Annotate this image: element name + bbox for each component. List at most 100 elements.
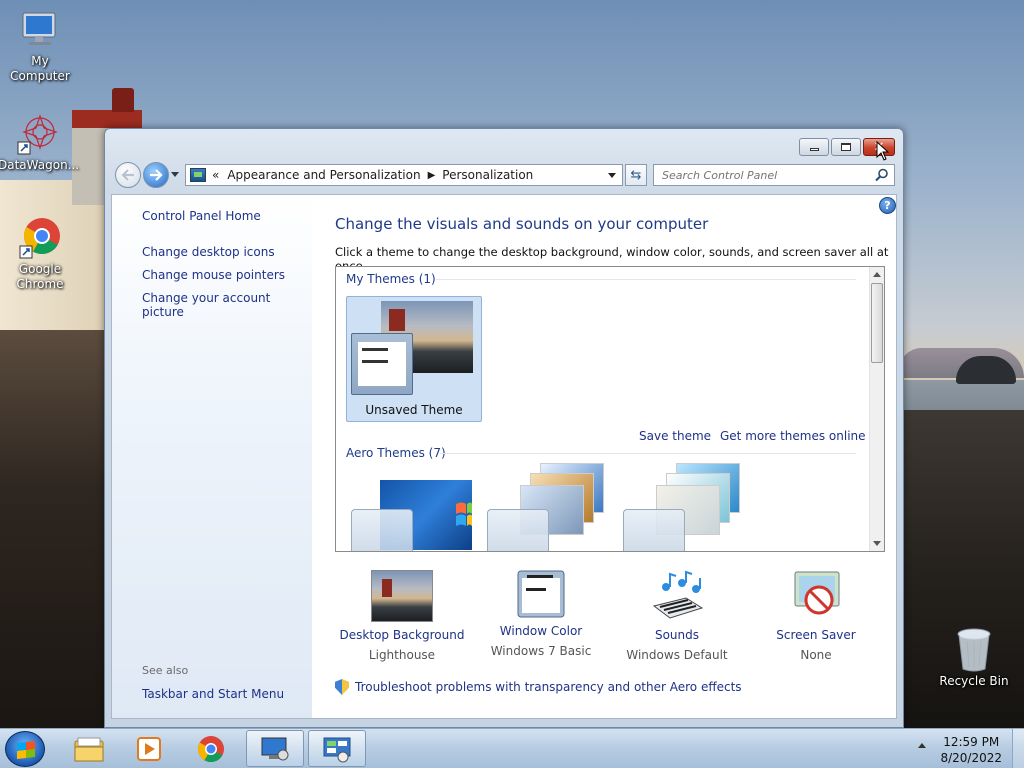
address-bar[interactable]: « Appearance and Personalization ▶ Perso… [185,164,623,186]
search-box [653,164,895,186]
taskbar-control-panel[interactable] [308,730,366,767]
windows-logo-icon [17,741,35,759]
maximize-button[interactable] [831,138,861,156]
group-divider [436,279,856,280]
see-also-heading: See also [142,664,189,677]
main-pane: ? Change the visuals and sounds on your … [312,195,896,718]
wallpaper-lighthouse-lamp [112,88,134,112]
theme-tile-unsaved[interactable]: Unsaved Theme [346,296,482,422]
breadcrumb-personalization[interactable]: Personalization [442,168,533,182]
change-account-picture-link[interactable]: Change your account picture [142,291,312,319]
sounds-setting[interactable]: Sounds Windows Default [609,570,745,662]
search-icon[interactable] [875,168,889,182]
explorer-icon [74,737,104,761]
theme-name: Unsaved Theme [365,403,463,417]
clock[interactable]: 12:59 PM 8/20/2022 [940,734,1002,766]
chrome-icon [18,216,62,260]
recycle-bin-icon [952,628,996,672]
desktop-icon-datawagon[interactable]: DataWagon... [0,112,80,173]
control-panel-icon [323,737,351,762]
minimize-button[interactable] [799,138,829,156]
taskbar-media-player[interactable] [120,730,178,767]
desktop-icon-my-computer[interactable]: My Computer [0,8,80,84]
sounds-icon [646,570,708,622]
group-title-my-themes: My Themes (1) [346,272,436,286]
back-button[interactable] [115,162,141,188]
taskbar-explorer[interactable] [60,730,118,767]
desktop-icon-label: My Computer [10,54,70,83]
show-desktop-button[interactable] [1012,729,1024,768]
group-divider [440,453,856,454]
remote-desktop-icon [261,737,289,760]
breadcrumb-separator-icon[interactable]: ▶ [428,170,436,181]
control-panel-home-link[interactable]: Control Panel Home [142,209,261,223]
search-input[interactable] [654,165,864,185]
taskbar-chrome[interactable] [182,730,240,767]
theme-glass-preview [351,509,413,551]
window-color-value: Windows 7 Basic [490,644,592,658]
screen-saver-link[interactable]: Screen Saver [748,628,884,642]
desktop-icon-recycle-bin[interactable]: Recycle Bin [934,628,1014,689]
sounds-link[interactable]: Sounds [609,628,745,642]
maximize-icon [841,143,851,151]
datawagon-icon [16,112,60,156]
refresh-icon: ⇆ [630,167,642,183]
sounds-value: Windows Default [626,648,728,662]
screen-saver-value: None [800,648,832,662]
system-tray: 12:59 PM 8/20/2022 [914,729,1024,768]
theme-list-scrollbar[interactable] [869,267,884,551]
desktop-icon-label: DataWagon... [0,158,80,172]
screen-saver-setting[interactable]: Screen Saver None [748,570,884,662]
taskbar-remote-desktop[interactable] [246,730,304,767]
theme-window-color-preview [351,333,413,395]
taskbar: 12:59 PM 8/20/2022 [0,728,1024,768]
troubleshoot-link[interactable]: Troubleshoot problems with transparency … [355,680,742,694]
breadcrumb-appearance[interactable]: Appearance and Personalization [227,168,420,182]
screen-saver-icon [785,570,847,622]
desktop-background-link[interactable]: Desktop Background [334,628,470,642]
scroll-up-icon[interactable] [873,272,881,277]
theme-glass-preview [487,509,549,551]
personalization-window: ✕ « Appearance and Personalization ▶ Per… [104,128,904,728]
clock-date: 8/20/2022 [940,751,1002,765]
recent-pages-dropdown[interactable] [171,172,179,177]
navigation-bar: « Appearance and Personalization ▶ Perso… [113,162,895,190]
desktop-icon-google-chrome[interactable]: Google Chrome [0,216,80,292]
save-theme-link[interactable]: Save theme [639,429,711,443]
mouse-cursor-icon [876,141,890,161]
get-more-themes-link[interactable]: Get more themes online [720,429,866,443]
change-desktop-icons-link[interactable]: Change desktop icons [142,245,275,259]
computer-icon [18,8,62,52]
scroll-down-icon[interactable] [873,541,881,546]
scroll-thumb[interactable] [871,283,883,363]
shield-icon [335,679,349,695]
media-player-icon [137,736,161,761]
desktop-background-icon [371,570,433,622]
desktop-background-value: Lighthouse [368,648,436,662]
arrow-left-icon [121,169,134,181]
show-hidden-icons-icon[interactable] [918,743,926,748]
help-icon[interactable]: ? [879,197,896,214]
page-title: Change the visuals and sounds on your co… [335,215,709,233]
window-color-link[interactable]: Window Color [473,624,609,638]
start-button[interactable] [5,731,45,767]
clock-time: 12:59 PM [943,735,1000,749]
chrome-icon [197,735,224,762]
window-color-icon [517,570,565,618]
arrow-right-icon [150,169,163,181]
desktop-icon-label: Google Chrome [16,262,64,291]
theme-list: My Themes (1) Unsaved Theme Save theme G… [335,266,885,552]
troubleshoot-row: Troubleshoot problems with transparency … [335,679,742,695]
address-overflow-chevron[interactable]: « [212,168,219,182]
desktop-icon-label: Recycle Bin [939,674,1009,688]
change-mouse-pointers-link[interactable]: Change mouse pointers [142,268,285,282]
taskbar-start-menu-link[interactable]: Taskbar and Start Menu [142,687,284,701]
window-color-setting[interactable]: Window Color Windows 7 Basic [473,570,609,658]
address-dropdown-icon[interactable] [608,172,616,178]
refresh-button[interactable]: ⇆ [625,164,647,186]
forward-button[interactable] [143,162,169,188]
task-pane: Control Panel Home Change desktop icons … [112,195,312,718]
desktop-background-setting[interactable]: Desktop Background Lighthouse [334,570,470,662]
theme-glass-preview [623,509,685,551]
minimize-icon [809,148,819,151]
